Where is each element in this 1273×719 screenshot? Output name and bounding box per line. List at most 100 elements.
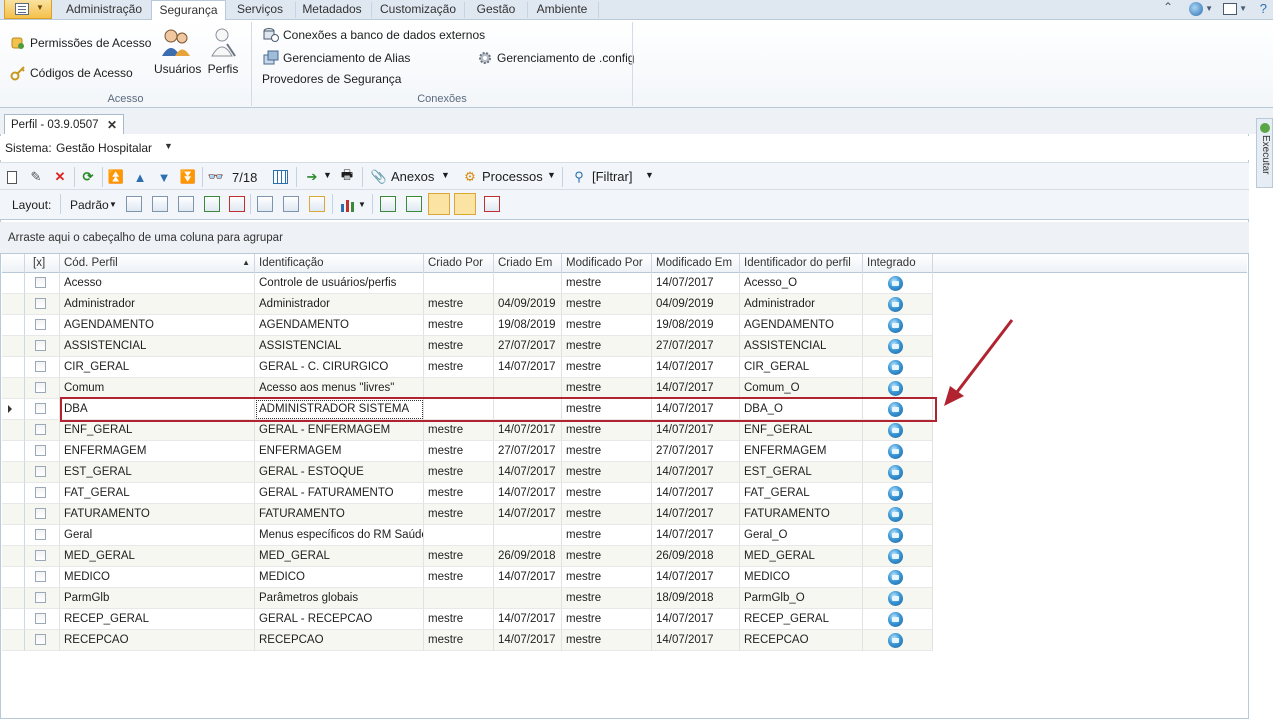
cell-cod-perfil[interactable]: MED_GERAL <box>60 546 255 567</box>
table-row[interactable]: AGENDAMENTO AGENDAMENTO mestre 19/08/2019 me… <box>2 315 933 336</box>
cell-identificador-perfil[interactable]: FAT_GERAL <box>740 483 863 504</box>
layout-columns-button[interactable] <box>257 196 273 212</box>
report-button[interactable] <box>484 196 500 212</box>
cell-modificado-em[interactable]: 14/07/2017 <box>652 357 740 378</box>
row-indicator[interactable] <box>2 273 25 294</box>
new-record-button[interactable] <box>3 168 21 186</box>
edit-record-button[interactable]: ✎ <box>27 168 45 186</box>
cell-identificacao[interactable]: GERAL - FATURAMENTO <box>255 483 424 504</box>
cell-identificacao[interactable]: Controle de usuários/perfis <box>255 273 424 294</box>
cell-identificacao[interactable]: ASSISTENCIAL <box>255 336 424 357</box>
column-header-modificado-em[interactable]: Modificado Em <box>652 254 740 273</box>
row-checkbox[interactable] <box>35 571 46 582</box>
cell-modificado-em[interactable]: 27/07/2017 <box>652 336 740 357</box>
table-row[interactable]: ASSISTENCIAL ASSISTENCIAL mestre 27/07/2017… <box>2 336 933 357</box>
chevron-down-icon[interactable]: ▼ <box>547 170 556 180</box>
cell-cod-perfil[interactable]: RECEPCAO <box>60 630 255 651</box>
cell-identificador-perfil[interactable]: ParmGlb_O <box>740 588 863 609</box>
row-indicator[interactable] <box>2 315 25 336</box>
cell-modificado-por[interactable]: mestre <box>562 525 652 546</box>
row-indicator[interactable] <box>2 462 25 483</box>
tab-customizacao[interactable]: Customização <box>374 0 462 20</box>
cell-identificador-perfil[interactable]: RECEP_GERAL <box>740 609 863 630</box>
row-checkbox[interactable] <box>35 340 46 351</box>
layout-grid-button[interactable] <box>178 196 194 212</box>
table-row[interactable]: RECEP_GERAL GERAL - RECEPCAO mestre 14/07/2… <box>2 609 933 630</box>
table-row[interactable]: FATURAMENTO FATURAMENTO mestre 14/07/2017 me… <box>2 504 933 525</box>
chevron-down-icon[interactable]: ▼ <box>645 170 654 180</box>
cell-cod-perfil[interactable]: FAT_GERAL <box>60 483 255 504</box>
codigos-acesso-button[interactable]: Códigos de Acesso <box>10 65 133 81</box>
cell-criado-em[interactable]: 14/07/2017 <box>494 567 562 588</box>
column-header-integrado[interactable]: Integrado <box>863 254 933 273</box>
table-row[interactable]: Administrador Administrador mestre 04/09/20… <box>2 294 933 315</box>
first-record-button[interactable]: ⏫ <box>107 168 125 186</box>
row-indicator[interactable] <box>2 378 25 399</box>
cell-modificado-por[interactable]: mestre <box>562 273 652 294</box>
cell-modificado-em[interactable]: 14/07/2017 <box>652 483 740 504</box>
table-row[interactable]: Geral Menus específicos do RM Saúde mestre… <box>2 525 933 546</box>
cell-criado-em[interactable]: 19/08/2019 <box>494 315 562 336</box>
cell-criado-por[interactable]: mestre <box>424 441 494 462</box>
column-header-select[interactable]: [x] <box>25 254 60 273</box>
calendar-button[interactable] <box>271 168 289 186</box>
chevron-down-icon[interactable]: ▼ <box>1239 4 1247 13</box>
row-indicator[interactable] <box>2 420 25 441</box>
cell-criado-por[interactable]: mestre <box>424 420 494 441</box>
cell-criado-por[interactable] <box>424 588 494 609</box>
cell-identificador-perfil[interactable]: EST_GERAL <box>740 462 863 483</box>
table-row[interactable]: RECEPCAO RECEPCAO mestre 14/07/2017 mestre 14… <box>2 630 933 651</box>
perfis-button[interactable]: Perfis <box>205 26 241 76</box>
cell-modificado-por[interactable]: mestre <box>562 588 652 609</box>
window-layout-icon[interactable] <box>1223 3 1237 15</box>
cell-modificado-por[interactable]: mestre <box>562 546 652 567</box>
cell-cod-perfil[interactable]: RECEP_GERAL <box>60 609 255 630</box>
cell-criado-por[interactable]: mestre <box>424 504 494 525</box>
tab-administracao[interactable]: Administração <box>58 0 150 20</box>
cell-modificado-em[interactable]: 14/07/2017 <box>652 378 740 399</box>
cell-modificado-por[interactable]: mestre <box>562 609 652 630</box>
export-button[interactable]: ➔ <box>303 168 321 186</box>
cell-criado-por[interactable]: mestre <box>424 315 494 336</box>
cell-criado-por[interactable] <box>424 378 494 399</box>
processos-menu[interactable]: Processos <box>482 169 543 184</box>
cell-criado-em[interactable]: 04/09/2019 <box>494 294 562 315</box>
cell-modificado-em[interactable]: 14/07/2017 <box>652 504 740 525</box>
cell-modificado-por[interactable]: mestre <box>562 378 652 399</box>
cell-criado-por[interactable]: mestre <box>424 546 494 567</box>
cell-cod-perfil[interactable]: Administrador <box>60 294 255 315</box>
provedores-seguranca-button[interactable]: Provedores de Segurança <box>262 72 401 86</box>
table-row[interactable]: MEDICO MEDICO mestre 14/07/2017 mestre 14/07/… <box>2 567 933 588</box>
cell-modificado-em[interactable]: 14/07/2017 <box>652 420 740 441</box>
cell-identificacao[interactable]: GERAL - ESTOQUE <box>255 462 424 483</box>
cell-criado-em[interactable]: 27/07/2017 <box>494 336 562 357</box>
row-indicator[interactable] <box>2 567 25 588</box>
cell-modificado-em[interactable]: 14/07/2017 <box>652 525 740 546</box>
cell-identificacao[interactable]: MED_GERAL <box>255 546 424 567</box>
row-indicator[interactable] <box>2 609 25 630</box>
cell-criado-por[interactable]: mestre <box>424 630 494 651</box>
row-indicator[interactable] <box>2 504 25 525</box>
row-checkbox[interactable] <box>35 592 46 603</box>
cell-identificador-perfil[interactable]: ASSISTENCIAL <box>740 336 863 357</box>
cell-criado-em[interactable]: 14/07/2017 <box>494 630 562 651</box>
cell-identificador-perfil[interactable]: AGENDAMENTO <box>740 315 863 336</box>
cell-cod-perfil[interactable]: MEDICO <box>60 567 255 588</box>
layout-padrao-select[interactable]: Padrão <box>70 198 109 212</box>
tab-perfil-document[interactable]: Perfil - 03.9.0507 ✕ <box>4 114 124 136</box>
cell-criado-por[interactable]: mestre <box>424 567 494 588</box>
row-checkbox[interactable] <box>35 403 46 414</box>
cell-identificador-perfil[interactable]: RECEPCAO <box>740 630 863 651</box>
view-grid-toggle[interactable] <box>454 193 476 215</box>
cell-identificador-perfil[interactable]: FATURAMENTO <box>740 504 863 525</box>
cell-modificado-por[interactable]: mestre <box>562 315 652 336</box>
cell-modificado-em[interactable]: 14/07/2017 <box>652 609 740 630</box>
cell-identificacao[interactable]: GERAL - RECEPCAO <box>255 609 424 630</box>
groupby-panel[interactable]: Arraste aqui o cabeçalho de uma coluna p… <box>0 222 1249 254</box>
cell-criado-em[interactable]: 14/07/2017 <box>494 483 562 504</box>
cell-cod-perfil[interactable]: AGENDAMENTO <box>60 315 255 336</box>
cell-criado-em[interactable]: 14/07/2017 <box>494 357 562 378</box>
cell-criado-em[interactable]: 27/07/2017 <box>494 441 562 462</box>
cell-cod-perfil[interactable]: Acesso <box>60 273 255 294</box>
cell-criado-por[interactable]: mestre <box>424 483 494 504</box>
